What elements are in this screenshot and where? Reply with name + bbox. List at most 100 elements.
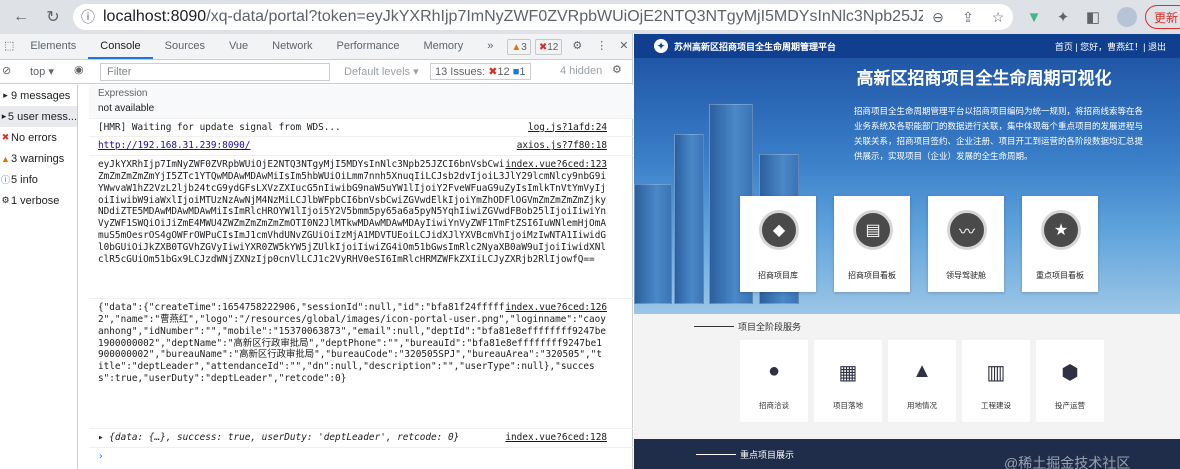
back-icon[interactable]: ←	[8, 4, 34, 30]
issues-button[interactable]: 13 Issues: ✖12 ■1	[430, 63, 531, 80]
console-object[interactable]: ▸ {data: {…}, success: true, userDuty: '…	[89, 429, 633, 448]
console-output: Expression not available [HMR] Waiting f…	[89, 85, 633, 469]
context-label: top	[30, 66, 46, 78]
app-header: ✦ 苏州高新区招商项目全生命周期管理平台 首页 | 您好，曹燕红！| 退出	[634, 34, 1180, 58]
console-message: [HMR] Waiting for update signal from WDS…	[89, 119, 633, 138]
site-info-icon[interactable]: ⓘ	[73, 7, 103, 27]
info-icon: ⓘ	[0, 175, 10, 185]
service-land-use[interactable]: ▲ 用地情况	[888, 340, 956, 422]
app-viewport: ✦ 苏州高新区招商项目全生命周期管理平台 首页 | 您好，曹燕红！| 退出 高新…	[634, 34, 1180, 469]
title-divider	[694, 326, 734, 327]
card-label: 招商项目库	[758, 271, 798, 280]
sidebar-item-label: No errors	[11, 131, 57, 144]
issues-error-count: 12	[497, 66, 510, 78]
settings-gear-icon[interactable]: ⚙	[564, 34, 590, 59]
tab-sources[interactable]: Sources	[153, 34, 217, 59]
filter-input[interactable]: Filter	[100, 63, 330, 81]
console-source-link[interactable]: index.vue?6ced:123	[505, 159, 607, 171]
card-label: 领导驾驶舱	[946, 271, 986, 280]
service-landing[interactable]: ▦ 项目落地	[814, 340, 882, 422]
side-panel-icon[interactable]: ◧	[1082, 6, 1104, 28]
console-prompt[interactable]: ›	[89, 448, 633, 466]
card-project-library[interactable]: ◆ 招商项目库	[740, 196, 816, 292]
service-label: 投产运营	[1055, 401, 1085, 410]
error-icon: ✖	[1, 132, 10, 142]
url-host: localhost:8090	[103, 8, 207, 25]
key-projects-title: 重点项目展示	[696, 448, 794, 461]
console-source-link[interactable]: index.vue?6ced:126	[505, 302, 607, 314]
card-key-project-board[interactable]: ★ 重点项目看板	[1022, 196, 1098, 292]
zoom-icon[interactable]: ⊖	[923, 9, 953, 26]
warning-count-badge[interactable]: ▲3	[507, 39, 531, 55]
extensions-icon[interactable]: ✦	[1052, 6, 1074, 28]
reload-icon[interactable]: ↻	[40, 4, 66, 30]
card-label: 重点项目看板	[1036, 271, 1084, 280]
tab-performance[interactable]: Performance	[325, 34, 412, 59]
card-leader-cockpit[interactable]: 〰领导驾驶舱	[928, 196, 1004, 292]
close-devtools-icon[interactable]: ✕	[613, 34, 634, 59]
profile-avatar[interactable]	[1117, 7, 1137, 27]
site-logo-icon: ✦	[654, 39, 668, 53]
devtools-tabs: ⬚ Elements Console Sources Vue Network P…	[0, 34, 632, 60]
warning-icon: ▲	[1, 153, 10, 164]
warning-icon: ▲	[511, 42, 522, 53]
console-settings-gear-icon[interactable]: ⚙	[612, 63, 622, 76]
sidebar-item-user-messages[interactable]: ▸ 5 user mess...	[0, 106, 77, 127]
list-icon: ▸	[3, 90, 8, 100]
tab-elements[interactable]: Elements	[18, 34, 88, 59]
bookmark-star-icon[interactable]: ☆	[983, 9, 1013, 26]
tab-vue[interactable]: Vue	[217, 34, 260, 59]
console-message: {"data":{"createTime":1654758222906,"ses…	[89, 299, 633, 430]
share-icon[interactable]: ⇪	[953, 9, 983, 26]
site-name: 苏州高新区招商项目全生命周期管理平台	[674, 41, 837, 52]
console-toolbar: ⊘ top ▾ ◉ Filter Default levels ▾ 13 Iss…	[0, 60, 632, 84]
tab-console[interactable]: Console	[88, 34, 153, 59]
tab-network[interactable]: Network	[260, 34, 324, 59]
card-project-board[interactable]: ▤ 招商项目看板	[834, 196, 910, 292]
console-url-link[interactable]: http://192.168.31.239:8090/	[98, 140, 250, 151]
warning-count: 3	[521, 42, 527, 53]
card-label: 招商项目看板	[848, 271, 896, 280]
clear-console-icon[interactable]: ⊘	[2, 64, 11, 77]
error-icon: ✖	[538, 42, 548, 53]
sidebar-item-label: 1 verbose	[11, 194, 60, 207]
chart-line-icon: 〰	[947, 210, 987, 250]
live-expression-eye-icon[interactable]: ◉	[74, 63, 84, 76]
live-expression: Expression not available	[89, 85, 633, 119]
browser-toolbar: ← ↻ ⓘ localhost:8090/xq-data/portal?toke…	[0, 0, 1180, 34]
update-button[interactable]: 更新	[1145, 5, 1180, 29]
console-sidebar: ▸ 9 messages ▸ 5 user mess... ✖ No errors ▲…	[0, 85, 78, 469]
title-divider	[696, 454, 736, 455]
sidebar-item-errors[interactable]: ✖ No errors	[0, 127, 77, 148]
service-construction[interactable]: ▥ 工程建设	[962, 340, 1030, 422]
console-message-text: [HMR] Waiting for update signal from WDS…	[98, 121, 341, 133]
document-icon: ▦	[838, 362, 858, 384]
console-object-text: ▸ {data: {…}, success: true, userDuty: '…	[98, 432, 460, 444]
sidebar-item-messages[interactable]: ▸ 9 messages	[0, 85, 77, 106]
address-bar[interactable]: ⓘ localhost:8090/xq-data/portal?token=ey…	[73, 4, 1013, 30]
service-negotiation[interactable]: ● 招商洽谈	[740, 340, 808, 422]
console-source-link[interactable]: axios.js?7f80:18	[516, 140, 607, 153]
sidebar-item-label: 5 user mess...	[7, 110, 77, 123]
expression-label[interactable]: Expression	[98, 88, 607, 100]
error-count-badge[interactable]: ✖12	[534, 39, 563, 55]
section-title-text: 项目全阶段服务	[738, 322, 802, 332]
sidebar-item-verbose[interactable]: ⚙ 1 verbose	[0, 190, 77, 211]
service-label: 用地情况	[907, 401, 937, 410]
top-nav[interactable]: 首页 | 您好，曹燕红！| 退出	[1055, 40, 1166, 53]
kebab-menu-icon[interactable]: ⋮	[590, 34, 613, 59]
tab-memory[interactable]: Memory	[411, 34, 475, 59]
console-source-link[interactable]: index.vue?6ced:128	[505, 432, 607, 444]
service-operation[interactable]: ⬢ 投产运营	[1036, 340, 1104, 422]
sidebar-item-info[interactable]: ⓘ 5 info	[0, 169, 77, 190]
sidebar-item-warnings[interactable]: ▲ 3 warnings	[0, 148, 77, 169]
vue-devtools-icon[interactable]: ▼	[1023, 6, 1045, 28]
service-label: 招商洽谈	[759, 401, 789, 410]
log-levels-select[interactable]: Default levels ▾	[344, 65, 419, 78]
more-tabs-button[interactable]: »	[475, 34, 505, 59]
context-select[interactable]: top ▾	[30, 65, 54, 78]
console-message: eyJkYXRhIjp7ImNyZWF0ZVRpbWUiOjE2NTQ3NTgy…	[89, 156, 633, 300]
console-source-link[interactable]: log.js?1afd:24	[527, 121, 607, 134]
inspect-icon[interactable]: ⬚	[0, 34, 18, 59]
service-label: 工程建设	[981, 401, 1011, 410]
